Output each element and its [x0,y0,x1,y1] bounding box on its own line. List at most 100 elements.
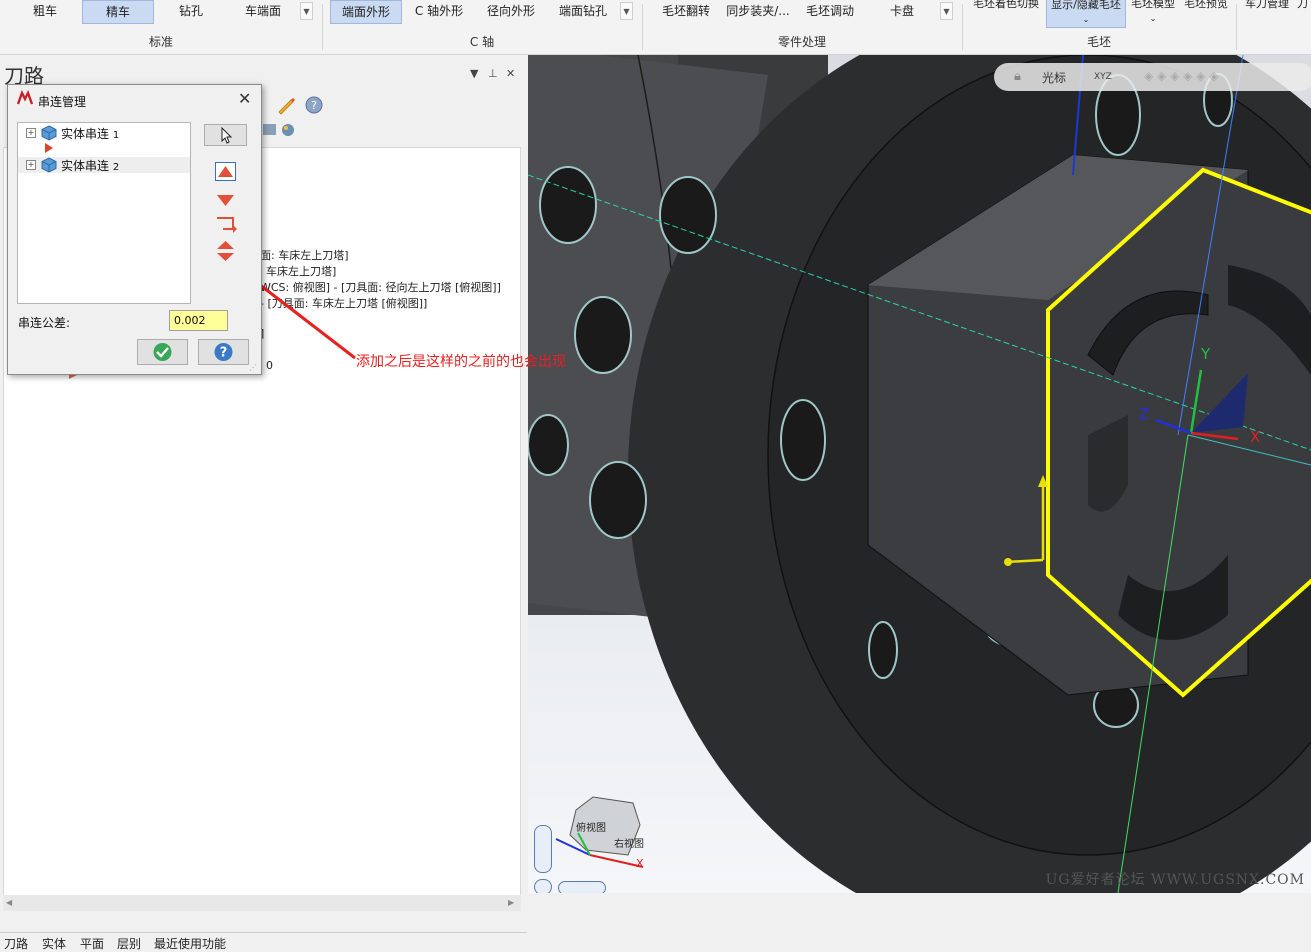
finish-turn-button[interactable]: 精车 [82,0,154,24]
sync-clamp-button[interactable]: 同步装夹/... [722,0,794,24]
arrow-up-icon [218,166,233,177]
tab-levels[interactable]: 层别 [117,935,141,952]
chain-name: 实体串连 [61,159,110,173]
bottom-tab-bar: 刀路 实体 平面 层别 最近使用功能 [0,932,527,952]
viewcube-right-label[interactable]: 右视图 [614,835,644,850]
solid-cube-icon [41,157,57,173]
chain-index: 2 [112,162,120,173]
tool-manager-button[interactable]: 车刀管理 [1240,0,1294,17]
chain-item-1[interactable]: + 实体串连 1 [18,125,190,141]
tab-solids[interactable]: 实体 [42,935,66,952]
ribbon: 粗车 精车 钻孔 车端面 ▼ 标准 端面外形 C 轴外形 径向外形 端面钻孔 ▼… [0,0,1311,55]
rough-turn-button[interactable]: 粗车 [10,0,80,24]
rotate-icon[interactable] [534,879,552,893]
tab-planes[interactable]: 平面 [80,935,104,952]
expand-icon[interactable]: + [26,128,36,138]
solid-cube-icon [41,125,57,141]
face-drill-button[interactable]: 端面钻孔 [548,0,618,24]
move-down-button[interactable] [215,190,236,209]
ribbon-cut-off-button[interactable]: 刀 [1294,0,1311,17]
part-model [528,55,1311,893]
tab-toolpaths[interactable]: 刀路 [4,935,28,952]
chain-item-2[interactable]: + 实体串连 2 [18,157,190,173]
group-standard-label: 标准 [148,35,173,49]
svg-text:?: ? [311,99,317,112]
close-icon[interactable]: ✕ [506,67,515,80]
tolerance-label: 串连公差: [18,316,71,330]
svg-text:?: ? [220,346,228,361]
chain-item-label: 实体串连 2 [61,157,119,174]
chain-item-label: 实体串连 1 [61,125,119,142]
group-part-handling-label: 零件处理 [777,35,826,49]
show-hide-stock-button[interactable]: 显示/隐藏毛坯 ⌄ [1046,0,1126,28]
panel-menu-icon[interactable]: ▼ [470,67,478,80]
viewport-toolbar: 🔒︎ 光标 XYZ ◈ ◈ ◈ ◈ ◈ ◈ [994,63,1311,91]
graphics-viewport[interactable]: X Y Z 🔒︎ 光标 XYZ ◈ ◈ ◈ ◈ ◈ ◈ 俯视图 右视图 X UG… [528,55,1311,893]
scroll-right-icon[interactable]: ▶ [508,898,514,907]
tree-text: 面: 车床左上刀塔] [260,249,349,262]
watermark: UG爱好者论坛 WWW.UGSNX.COM [1045,872,1305,888]
move-up-button[interactable] [215,162,236,181]
reverse-chain-button[interactable] [215,215,237,234]
tree-text: 0 [266,359,273,372]
pin-icon[interactable]: ⊥ [488,67,498,80]
stock-shade-toggle-button[interactable]: 毛坯着色切换 [968,0,1044,17]
expand-icon[interactable]: + [26,160,36,170]
viewcube-top-label[interactable]: 俯视图 [576,819,606,834]
group-part-handling-more-icon[interactable]: ▼ [940,2,953,20]
move-both-button[interactable] [215,240,236,261]
tab-recent-functions[interactable]: 最近使用功能 [154,935,226,952]
annotation-text: 添加之后是这样的之前的也会出现 [356,354,566,370]
chain-manager-dialog: 串连管理 ✕ + 实体串连 1 + 实体串连 2 串连公差: 0.002 ? ⋰ [7,84,262,375]
group-c-axis-more-icon[interactable]: ▼ [620,2,633,20]
horizontal-scrollbar[interactable]: ◀ ▶ [3,895,521,911]
tree-text: 车床左上刀塔] [266,265,337,278]
stock-model-button[interactable]: 毛坯模型 ⌄ [1128,0,1178,23]
stock-model-label: 毛坯模型 [1131,0,1175,10]
axis-x-label: X [1250,428,1261,446]
drill-button[interactable]: 钻孔 [156,0,226,24]
reverse-icon [217,217,237,233]
tree-text: - [刀具面: 车床左上刀塔 [俯视图]] [260,297,428,310]
horizontal-orbit-icon[interactable] [558,881,606,893]
chevron-down-icon: ⌄ [1149,14,1157,23]
cube-axis-x-label: X [636,857,644,870]
tree-text: WCS: 俯视图] - [刀具面: 径向左上刀塔 [俯视图]] [260,281,501,294]
tool-edit-icon[interactable] [276,95,296,115]
chuck-button[interactable]: 卡盘 [866,0,938,24]
c-axis-contour-button[interactable]: C 轴外形 [404,0,474,24]
lock-icon[interactable]: 🔒︎ [1014,69,1021,84]
face-contour-button[interactable]: 端面外形 [330,0,402,24]
display-options-icon[interactable] [262,121,302,139]
axis-y-label: Y [1201,345,1211,363]
chain-index: 1 [112,130,120,141]
arrow-updown-icon [217,241,234,261]
stock-preview-button[interactable]: 毛坯预览 [1180,0,1232,17]
chain-list[interactable]: + 实体串连 1 + 实体串连 2 [17,122,191,304]
tolerance-input[interactable] [169,310,228,331]
group-standard-more-icon[interactable]: ▼ [300,2,313,20]
view-tools-icon[interactable]: ◈ ◈ ◈ ◈ ◈ ◈ [1144,69,1218,83]
stock-flip-button[interactable]: 毛坯翻转 [650,0,722,24]
vertical-orbit-icon[interactable] [534,825,552,873]
mastercam-logo-icon [17,90,34,105]
stock-transfer-button[interactable]: 毛坯调动 [794,0,866,24]
cursor-snap-label[interactable]: 光标 [1042,69,1066,86]
help-icon: ? [214,343,233,361]
resize-grip-icon[interactable]: ⋰ [249,363,257,372]
group-c-axis-label: C 轴 [469,35,495,49]
help-icon[interactable]: ? [305,96,323,114]
ok-button[interactable] [137,339,188,365]
insert-arrow-icon [45,143,53,153]
face-turn-button[interactable]: 车端面 [228,0,298,24]
close-icon[interactable]: ✕ [238,89,251,108]
help-button[interactable]: ? [198,339,249,365]
scroll-left-icon[interactable]: ◀ [6,898,12,907]
arrow-down-icon [217,195,234,206]
xyz-snap-label[interactable]: XYZ [1094,72,1112,82]
radial-contour-button[interactable]: 径向外形 [476,0,546,24]
cursor-arrow-icon [221,126,233,144]
ribbon-divider [1236,4,1237,50]
select-chain-button[interactable] [204,124,247,146]
chain-name: 实体串连 [61,127,110,141]
